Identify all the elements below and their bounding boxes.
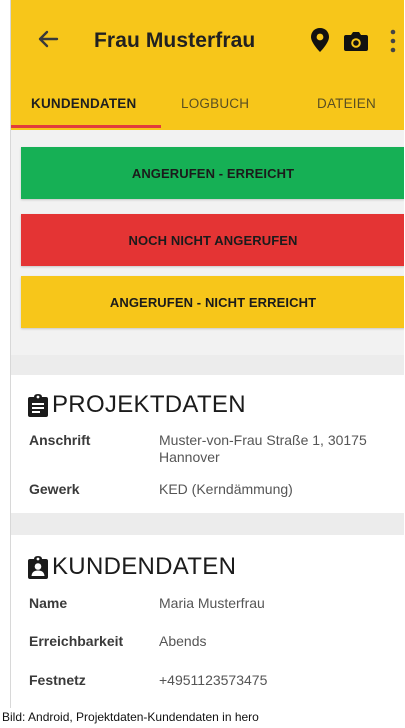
tab-kundendaten[interactable]: KUNDENDATEN bbox=[31, 96, 136, 111]
map-pin-icon[interactable] bbox=[309, 27, 331, 53]
tab-bar: KUNDENDATEN LOGBUCH DATEIEN bbox=[11, 82, 404, 130]
erreichbarkeit-label: Erreichbarkeit bbox=[29, 633, 124, 649]
image-caption: Bild: Android, Projektdaten-Kundendaten … bbox=[2, 710, 259, 724]
anschrift-line-2: Hannover bbox=[159, 449, 220, 465]
app-screen: Frau Musterfrau KUNDENDATEN LOGBUCH DATE… bbox=[10, 0, 404, 708]
name-value: Maria Musterfrau bbox=[159, 595, 265, 611]
arrow-left-icon[interactable] bbox=[33, 24, 63, 54]
name-label: Name bbox=[29, 595, 68, 611]
kundendaten-card: KUNDENDATEN Name Maria Musterfrau Erreic… bbox=[11, 535, 404, 708]
section-divider bbox=[11, 513, 404, 535]
clipboard-icon bbox=[28, 394, 48, 417]
erreichbarkeit-value: Abends bbox=[159, 633, 207, 649]
section-title: KUNDENDATEN bbox=[52, 553, 237, 580]
status-not-called-button[interactable]: NOCH NICHT ANGERUFEN bbox=[21, 214, 404, 266]
call-status-section: ANGERUFEN - ERREICHT NOCH NICHT ANGERUFE… bbox=[11, 130, 404, 355]
contact-card-icon bbox=[28, 556, 48, 579]
festnetz-label: Festnetz bbox=[29, 672, 86, 688]
more-vertical-icon[interactable] bbox=[389, 28, 397, 54]
kundendaten-heading: KUNDENDATEN bbox=[27, 553, 236, 581]
app-bar: Frau Musterfrau KUNDENDATEN LOGBUCH DATE… bbox=[11, 0, 404, 130]
anschrift-value: Muster-von-Frau Straße 1, 30175 Hannover bbox=[159, 432, 367, 466]
toolbar: Frau Musterfrau bbox=[11, 0, 404, 82]
camera-icon[interactable] bbox=[343, 30, 369, 52]
anschrift-line-1: Muster-von-Frau Straße 1, 30175 bbox=[159, 432, 367, 448]
projektdaten-heading: PROJEKTDATEN bbox=[27, 391, 246, 419]
section-divider bbox=[11, 355, 404, 375]
festnetz-value[interactable]: +4951123573475 bbox=[159, 672, 267, 689]
gewerk-label: Gewerk bbox=[29, 481, 80, 497]
status-reached-button[interactable]: ANGERUFEN - ERREICHT bbox=[21, 147, 404, 199]
active-tab-indicator bbox=[11, 125, 161, 128]
anschrift-label: Anschrift bbox=[29, 432, 91, 448]
projektdaten-card: PROJEKTDATEN Anschrift Muster-von-Frau S… bbox=[11, 375, 404, 513]
section-title: PROJEKTDATEN bbox=[52, 391, 246, 418]
gewerk-value: KED (Kerndämmung) bbox=[159, 481, 293, 497]
page-title: Frau Musterfrau bbox=[94, 29, 256, 52]
tab-logbuch[interactable]: LOGBUCH bbox=[181, 96, 249, 111]
status-not-reached-button[interactable]: ANGERUFEN - NICHT ERREICHT bbox=[21, 276, 404, 328]
tab-dateien[interactable]: DATEIEN bbox=[317, 96, 376, 111]
